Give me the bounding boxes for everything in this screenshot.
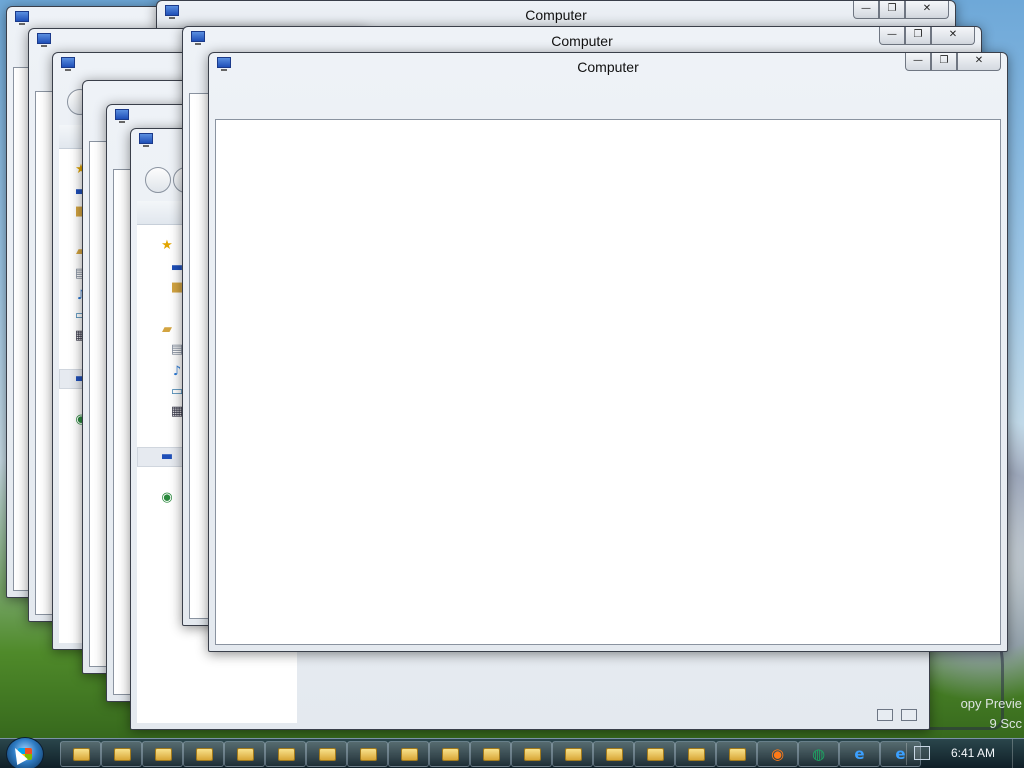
folder-icon bbox=[319, 748, 336, 761]
taskbar-explorer-button[interactable] bbox=[716, 741, 757, 767]
taskbar-explorer-button[interactable] bbox=[470, 741, 511, 767]
firefox-icon: ◉ bbox=[770, 745, 785, 763]
close-button[interactable]: ✕ bbox=[931, 27, 975, 45]
tray-separator bbox=[906, 743, 907, 765]
explorer-window-front[interactable]: Computer — ❐ ✕ bbox=[208, 52, 1008, 652]
window-titlebar[interactable]: Computer — ❐ ✕ bbox=[157, 1, 955, 25]
view-switcher bbox=[877, 709, 917, 721]
back-button[interactable] bbox=[145, 167, 171, 193]
preview-pane-icon[interactable] bbox=[901, 709, 917, 721]
minimize-button[interactable]: — bbox=[879, 27, 905, 45]
folder-icon bbox=[237, 748, 254, 761]
computer-icon bbox=[139, 133, 153, 147]
taskbar-explorer-button[interactable] bbox=[634, 741, 675, 767]
folder-icon bbox=[196, 748, 213, 761]
window-controls: — ❐ ✕ bbox=[879, 27, 975, 47]
folder-icon bbox=[73, 748, 90, 761]
window-title: Computer bbox=[577, 59, 639, 75]
close-button[interactable]: ✕ bbox=[957, 53, 1001, 71]
taskbar-explorer-button[interactable] bbox=[60, 741, 101, 767]
taskbar-explorer-button[interactable] bbox=[183, 741, 224, 767]
folder-icon bbox=[360, 748, 377, 761]
computer-icon bbox=[115, 109, 129, 123]
taskbar-explorer-button[interactable] bbox=[593, 741, 634, 767]
taskbar-explorer-button[interactable] bbox=[224, 741, 265, 767]
libraries-icon[interactable]: ▰ bbox=[159, 323, 175, 337]
taskbar-explorer-button[interactable] bbox=[429, 741, 470, 767]
folder-icon bbox=[442, 748, 459, 761]
details-view-icon[interactable] bbox=[877, 709, 893, 721]
taskbar-explorer-button[interactable] bbox=[388, 741, 429, 767]
maximize-button[interactable]: ❐ bbox=[879, 1, 905, 19]
taskbar-explorer-button[interactable] bbox=[306, 741, 347, 767]
maximize-button[interactable]: ❐ bbox=[905, 27, 931, 45]
show-desktop-button[interactable] bbox=[1012, 739, 1024, 768]
folder-icon bbox=[401, 748, 418, 761]
taskbar: ◉ ◍ e e 6:41 AM bbox=[0, 737, 1024, 768]
computer-icon bbox=[15, 11, 29, 25]
taskbar-explorer-button[interactable] bbox=[511, 741, 552, 767]
window-titlebar[interactable]: Computer — ❐ ✕ bbox=[183, 27, 981, 51]
taskbar-internet-explorer-1-button[interactable]: e bbox=[839, 741, 880, 767]
taskbar-buttons: ◉ ◍ e e bbox=[60, 741, 921, 767]
star-icon[interactable]: ★ bbox=[159, 239, 175, 253]
desktop-watermark-text: opy Previe 9 Scc bbox=[960, 696, 1022, 731]
window-title: Computer bbox=[551, 33, 613, 49]
computer-icon bbox=[37, 33, 51, 47]
taskbar-firefox-button[interactable]: ◉ bbox=[757, 741, 798, 767]
taskbar-explorer-button[interactable] bbox=[552, 741, 593, 767]
taskbar-explorer-button[interactable] bbox=[347, 741, 388, 767]
computer-icon bbox=[61, 57, 75, 71]
network-icon[interactable]: ◉ bbox=[159, 491, 175, 505]
folder-icon bbox=[688, 748, 705, 761]
folder-icon bbox=[524, 748, 541, 761]
maximize-button[interactable]: ❐ bbox=[931, 53, 957, 71]
window-title: Computer bbox=[525, 7, 587, 23]
minimize-button[interactable]: — bbox=[853, 1, 879, 19]
window-controls: — ❐ ✕ bbox=[905, 53, 1001, 73]
window-titlebar[interactable]: Computer — ❐ ✕ bbox=[209, 53, 1007, 77]
window-controls: — ❐ ✕ bbox=[853, 1, 949, 21]
folder-icon bbox=[278, 748, 295, 761]
folder-icon bbox=[606, 748, 623, 761]
network-tray-icon[interactable] bbox=[914, 746, 930, 760]
taskbar-explorer-button[interactable] bbox=[675, 741, 716, 767]
taskbar-explorer-button[interactable] bbox=[101, 741, 142, 767]
chrome-icon: ◍ bbox=[811, 745, 826, 763]
window-content bbox=[215, 119, 1001, 645]
minimize-button[interactable]: — bbox=[905, 53, 931, 71]
taskbar-chrome-button[interactable]: ◍ bbox=[798, 741, 839, 767]
folder-icon bbox=[483, 748, 500, 761]
folder-icon bbox=[114, 748, 131, 761]
internet-explorer-1-icon: e bbox=[854, 745, 865, 763]
taskbar-explorer-button[interactable] bbox=[142, 741, 183, 767]
folder-icon bbox=[565, 748, 582, 761]
close-button[interactable]: ✕ bbox=[905, 1, 949, 19]
taskbar-clock[interactable]: 6:41 AM bbox=[935, 746, 1011, 760]
folder-icon bbox=[155, 748, 172, 761]
taskbar-explorer-button[interactable] bbox=[265, 741, 306, 767]
computer-icon[interactable]: ▬ bbox=[159, 450, 175, 464]
folder-icon bbox=[647, 748, 664, 761]
folder-icon bbox=[729, 748, 746, 761]
